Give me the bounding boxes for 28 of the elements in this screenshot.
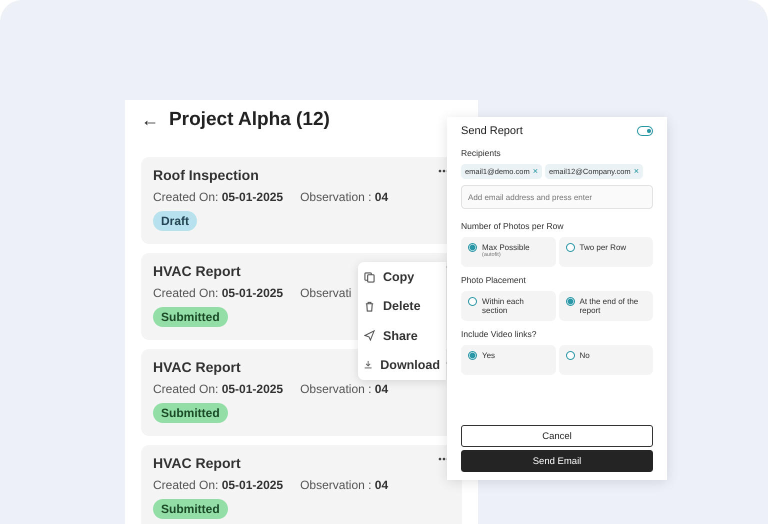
group-label: Number of Photos per Row	[461, 221, 565, 231]
status-badge: Draft	[153, 211, 198, 231]
observation-count: Observation : 04	[300, 382, 388, 396]
observation-count: Observation : 04	[300, 190, 388, 204]
group-label: Photo Placement	[461, 275, 527, 285]
report-title: Roof Inspection	[153, 167, 259, 183]
option-label: Yes	[482, 351, 496, 361]
observation-count: Observation : 04	[300, 478, 388, 492]
option-label: No	[580, 351, 590, 361]
created-date: Created On: 05-01-2025	[153, 382, 284, 396]
created-date: Created On: 05-01-2025	[153, 286, 284, 300]
option-label: At the end of the report	[580, 297, 640, 316]
status-badge: Submitted	[153, 403, 228, 423]
option-label: Two per Row	[580, 243, 626, 252]
status-badge: Submitted	[153, 307, 228, 327]
observation-count: Observati	[300, 286, 352, 300]
panel-title: Send Report	[461, 125, 523, 137]
report-title: HVAC Report	[153, 263, 241, 279]
project-title: Project Alpha (12)	[169, 109, 330, 131]
created-date: Created On: 05-01-2025	[153, 478, 284, 492]
report-title: HVAC Report	[153, 359, 241, 375]
recipients-label: Recipients	[461, 148, 502, 158]
option-label: Max Possible	[482, 243, 530, 252]
group-label: Include Video links?	[461, 329, 538, 340]
report-title: HVAC Report	[153, 455, 241, 471]
option-label: Within each section	[482, 297, 525, 316]
status-badge: Submitted	[153, 499, 228, 519]
created-date: Created On: 05-01-2025	[153, 190, 284, 204]
